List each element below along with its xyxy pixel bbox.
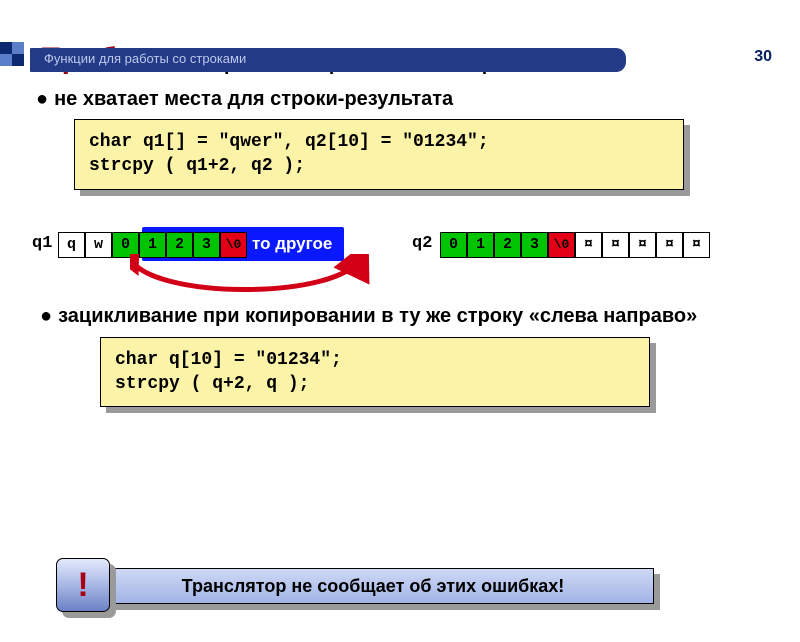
decorative-corner [0,42,30,72]
cell: ¤ [629,232,656,258]
overflow-arc-icon [130,254,490,302]
warning-badge: ! [56,558,110,612]
warning-box: Транслятор не сообщает об этих ошибках! [92,568,654,604]
cell: ¤ [656,232,683,258]
cell: ¤ [602,232,629,258]
memory-diagram: то другое q1 q w 0 1 2 3 \0 q2 0 1 2 3 \… [30,220,800,280]
cell: 2 [494,232,521,258]
cell: \0 [548,232,575,258]
q1-label: q1 [32,234,52,253]
bullet-2: зацикливание при копировании в ту же стр… [40,304,800,329]
bullet-1: не хватает места для строки-результата [36,88,800,111]
cell: ¤ [683,232,710,258]
cell: ¤ [575,232,602,258]
topic-bar: Функции для работы со строками [30,48,626,72]
cell: w [85,232,112,258]
code-block-2: char q[10] = "01234"; strcpy ( q+2, q ); [100,337,650,408]
cell: q [58,232,85,258]
cell: 3 [521,232,548,258]
page-number: 30 [754,48,772,66]
code-block-1: char q1[] = "qwer", q2[10] = "01234"; st… [74,119,684,190]
q2-label: q2 [412,234,432,253]
